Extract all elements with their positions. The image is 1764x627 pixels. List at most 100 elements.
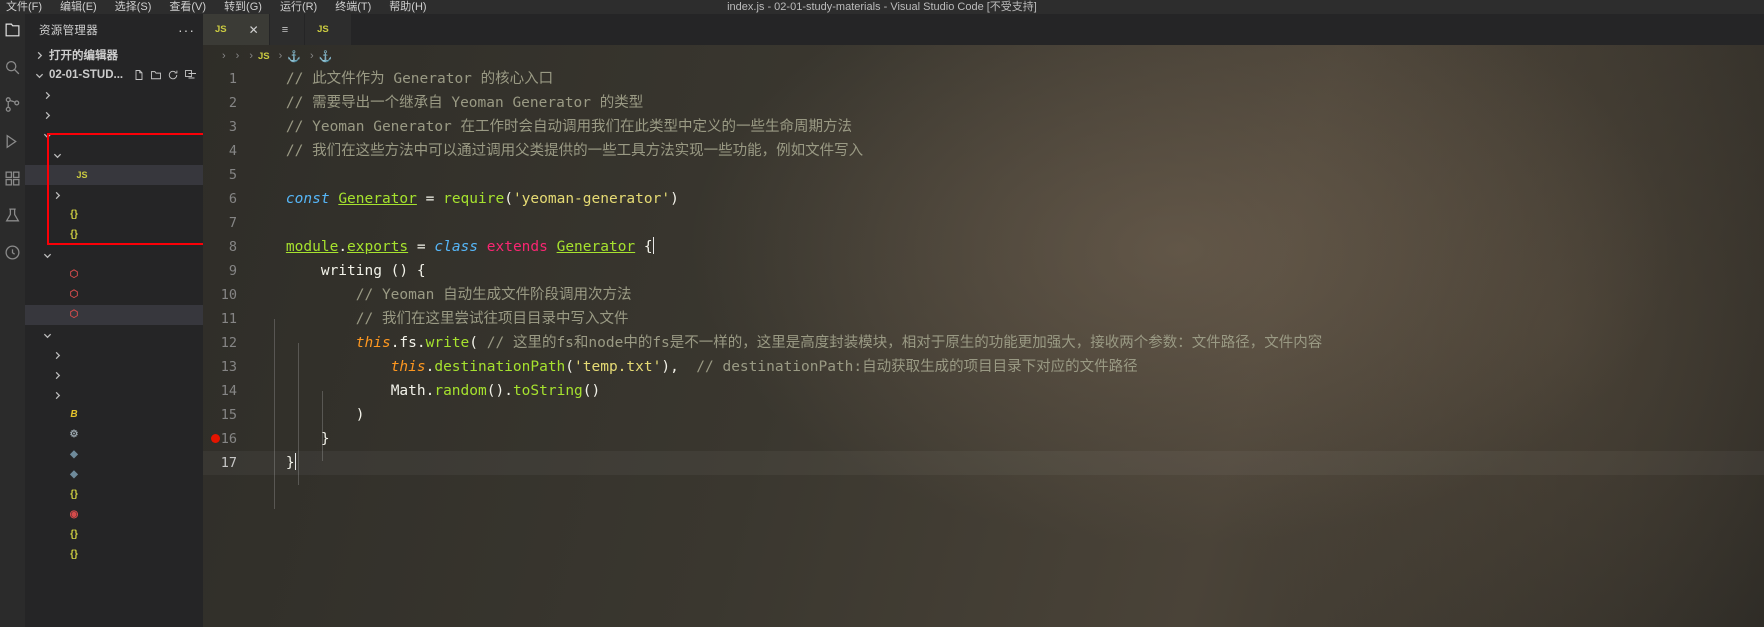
breakpoint-marker[interactable]	[211, 434, 220, 443]
file-tree: JS {} {} ⬡ ⬡ ⬡ B ⚙ ◆ ◆ {} ◉ {} {}	[25, 85, 203, 565]
section-workspace-root[interactable]: 02-01-STUD...	[25, 65, 203, 85]
breadcrumb-item[interactable]: JS	[258, 51, 274, 62]
code-line[interactable]: 7	[203, 211, 1764, 235]
menu-item-file[interactable]: 文件(F)	[4, 0, 44, 14]
breadcrumb-item[interactable]: ⚓	[319, 50, 337, 63]
menu-item-select[interactable]: 选择(S)	[113, 0, 154, 14]
menu-item-edit[interactable]: 编辑(E)	[58, 0, 99, 14]
menu-item-run[interactable]: 运行(R)	[278, 0, 319, 14]
tree-item[interactable]: ◆	[25, 465, 203, 485]
code-line[interactable]: 4 // 我们在这些方法中可以通过调用父类提供的一些工具方法实现一些功能，例如文…	[203, 139, 1764, 163]
tree-item[interactable]: ◉	[25, 505, 203, 525]
breadcrumb-separator-icon: ›	[222, 50, 226, 62]
code-line[interactable]: 6 const Generator = require('yeoman-gene…	[203, 187, 1764, 211]
tree-item[interactable]	[25, 365, 203, 385]
pdf-file-icon: ⬡	[69, 269, 79, 280]
code-token: )	[355, 407, 365, 423]
tree-item[interactable]	[25, 385, 203, 405]
run-debug-icon[interactable]	[2, 131, 23, 152]
code-line[interactable]: 9 writing () {	[203, 259, 1764, 283]
code-token: ()	[486, 383, 505, 399]
menu-item-terminal[interactable]: 终端(T)	[333, 0, 373, 14]
code-line[interactable]: 10 // Yeoman 自动生成文件阶段调用次方法	[203, 283, 1764, 307]
code-line[interactable]: 2 // 需要导出一个继承自 Yeoman Generator 的类型	[203, 91, 1764, 115]
tree-item[interactable]: ⬡	[25, 305, 203, 325]
extensions-icon[interactable]	[2, 168, 23, 189]
code-line-content: this.fs.write( // 这里的fs和node中的fs是不一样的，这里…	[251, 331, 1764, 355]
tree-item[interactable]	[25, 345, 203, 365]
tree-item[interactable]	[25, 105, 203, 125]
git-file-icon: ◆	[70, 469, 78, 480]
chevron-down-icon[interactable]	[51, 151, 63, 160]
tree-item[interactable]	[25, 125, 203, 145]
chevron-down-icon[interactable]	[41, 131, 53, 140]
close-icon[interactable]: ✕	[249, 23, 259, 37]
code-token: Math	[390, 383, 426, 399]
code-line[interactable]: 14 Math.random().toString()	[203, 379, 1764, 403]
test-icon[interactable]	[2, 205, 23, 226]
chevron-down-icon[interactable]	[41, 331, 53, 340]
tree-item[interactable]: ⚙	[25, 425, 203, 445]
code-line[interactable]: 15 )	[203, 403, 1764, 427]
code-line[interactable]: 5	[203, 163, 1764, 187]
tree-item[interactable]: ◆	[25, 445, 203, 465]
code-token: .	[416, 335, 426, 351]
tree-item[interactable]: JS	[25, 165, 203, 185]
code-line[interactable]: 1 // 此文件作为 Generator 的核心入口	[203, 67, 1764, 91]
chevron-right-icon[interactable]	[51, 191, 63, 200]
json-file-icon: {}	[70, 229, 78, 240]
tree-item[interactable]: B	[25, 405, 203, 425]
refresh-icon[interactable]	[167, 69, 179, 81]
code-editor[interactable]: 1 // 此文件作为 Generator 的核心入口 2 // 需要导出一个继承自…	[203, 67, 1764, 627]
new-file-icon[interactable]	[133, 69, 145, 81]
chevron-down-icon[interactable]	[41, 251, 53, 260]
menu-item-view[interactable]: 查看(V)	[167, 0, 208, 14]
section-open-editors[interactable]: 打开的编辑器	[25, 45, 203, 65]
code-token: )	[670, 191, 679, 207]
tree-item[interactable]: {}	[25, 545, 203, 565]
code-line[interactable]: 12 this.fs.write( // 这里的fs和node中的fs是不一样的…	[203, 331, 1764, 355]
tree-item[interactable]: {}	[25, 525, 203, 545]
code-line[interactable]: 11 // 我们在这里尝试往项目目录中写入文件	[203, 307, 1764, 331]
explorer-icon[interactable]	[2, 20, 23, 41]
chevron-right-icon[interactable]	[51, 371, 63, 380]
tree-item[interactable]	[25, 245, 203, 265]
tree-item[interactable]: ⬡	[25, 265, 203, 285]
tree-item[interactable]	[25, 85, 203, 105]
code-line[interactable]: 16 }	[203, 427, 1764, 451]
menu-item-help[interactable]: 帮助(H)	[387, 0, 428, 14]
search-icon[interactable]	[2, 57, 23, 78]
editor-tab[interactable]: JS ✕	[203, 14, 270, 45]
explorer-more-actions-icon[interactable]: ···	[178, 23, 195, 37]
code-line[interactable]: 3 // Yeoman Generator 在工作时会自动调用我们在此类型中定义…	[203, 115, 1764, 139]
code-line-content: // Yeoman Generator 在工作时会自动调用我们在此类型中定义的一…	[251, 115, 1764, 139]
tree-item[interactable]: {}	[25, 205, 203, 225]
new-folder-icon[interactable]	[150, 69, 162, 81]
source-control-icon[interactable]	[2, 94, 23, 115]
account-icon[interactable]	[2, 242, 23, 263]
code-line[interactable]: 17 }	[203, 451, 1764, 475]
menu-item-goto[interactable]: 转到(G)	[222, 0, 264, 14]
tree-item[interactable]: {}	[25, 225, 203, 245]
code-line[interactable]: 13 this.destinationPath('temp.txt'), // …	[203, 355, 1764, 379]
editor-tab[interactable]: JS	[305, 14, 352, 45]
tree-item[interactable]: ⬡	[25, 285, 203, 305]
code-line[interactable]: 8 module.exports = class extends Generat…	[203, 235, 1764, 259]
breadcrumb-item[interactable]: ⚓	[287, 50, 305, 63]
tree-item[interactable]	[25, 325, 203, 345]
chevron-right-icon[interactable]	[51, 351, 63, 360]
chevron-right-icon[interactable]	[41, 91, 53, 100]
chevron-right-icon[interactable]	[41, 111, 53, 120]
chevron-right-icon[interactable]	[51, 391, 63, 400]
collapse-all-icon[interactable]	[184, 69, 197, 81]
tree-item[interactable]: {}	[25, 485, 203, 505]
tree-item[interactable]	[25, 145, 203, 165]
code-line-content: // 我们在这些方法中可以通过调用父类提供的一些工具方法实现一些功能，例如文件写…	[251, 139, 1764, 163]
tree-item[interactable]	[25, 185, 203, 205]
editor-tab[interactable]: ≡	[269, 14, 306, 45]
